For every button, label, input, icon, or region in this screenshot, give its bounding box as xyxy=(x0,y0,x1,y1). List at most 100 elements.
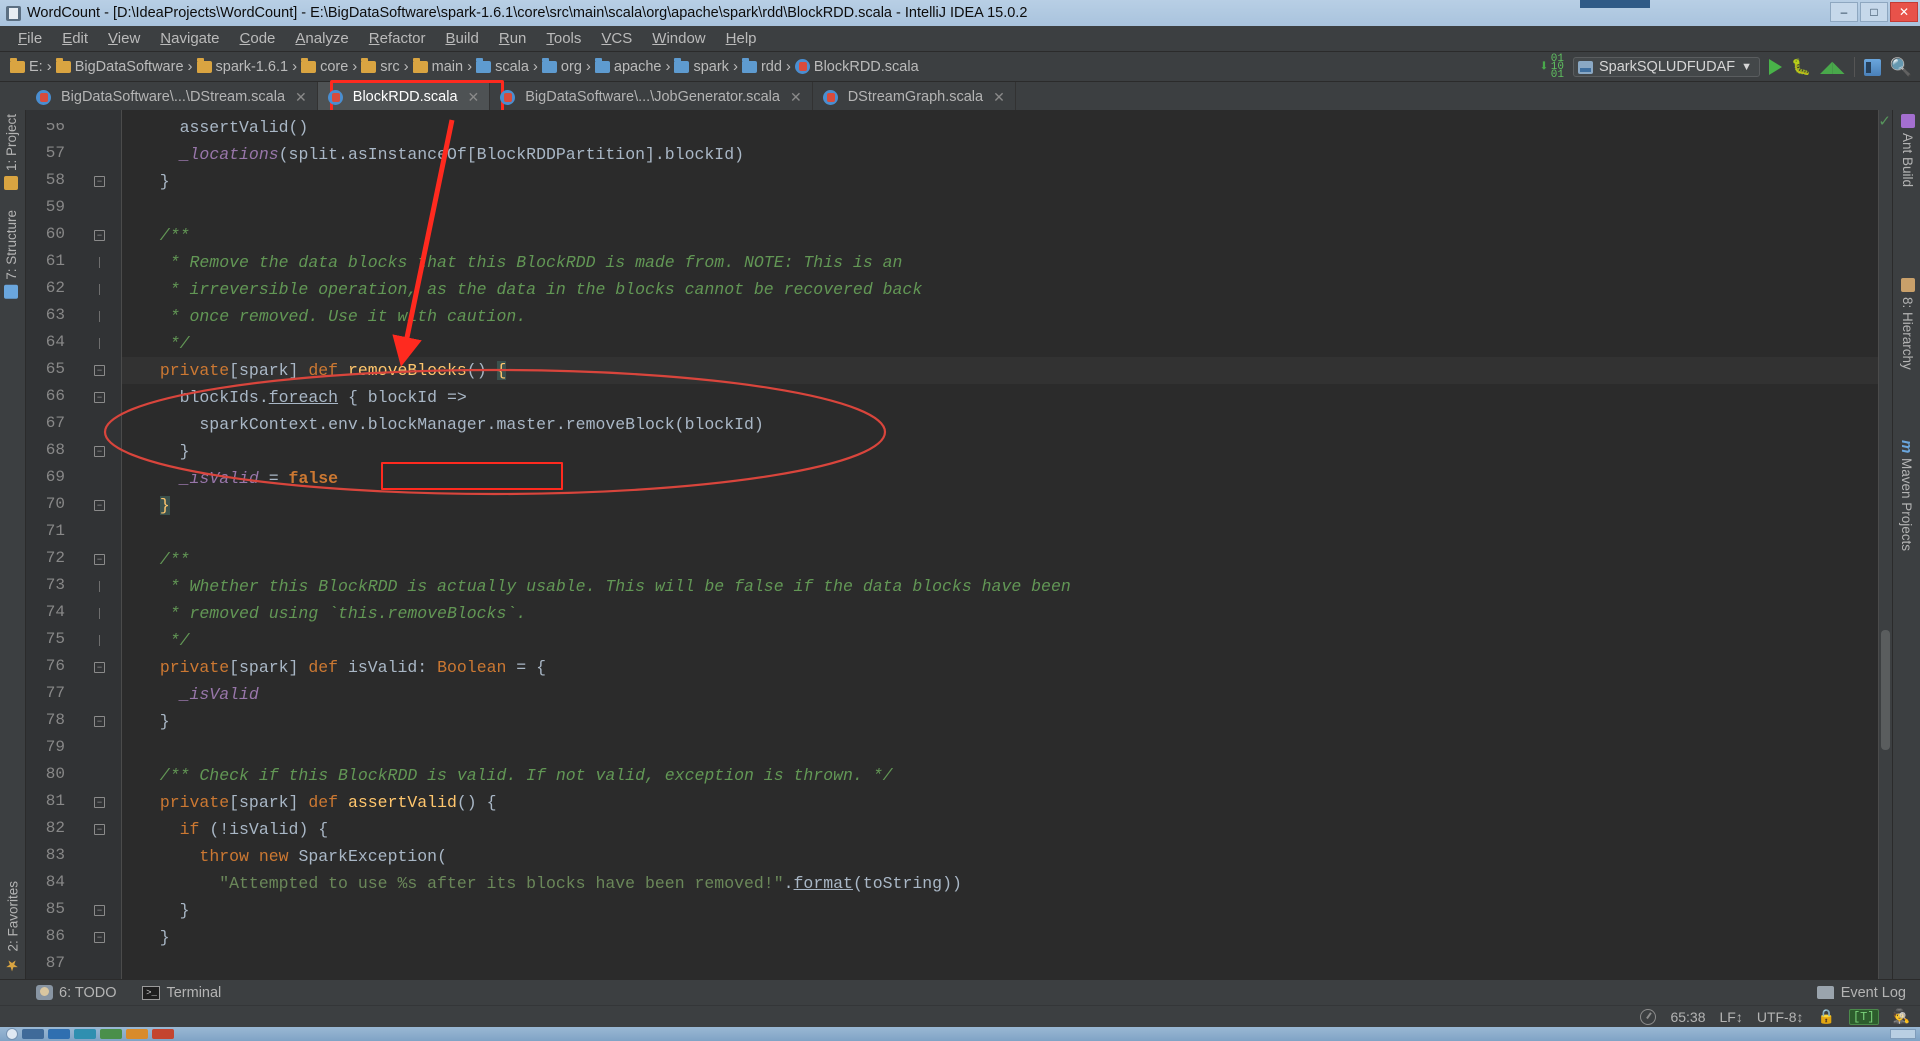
encoding-selector[interactable]: UTF-8↕ xyxy=(1757,1009,1804,1025)
run-button[interactable] xyxy=(1769,59,1783,75)
code-fold-toggle[interactable] xyxy=(94,608,105,619)
code-line[interactable]: /** Check if this BlockRDD is valid. If … xyxy=(140,762,893,789)
breadcrumb-item-org[interactable]: org xyxy=(538,57,586,77)
code-fold-toggle[interactable]: − xyxy=(94,500,105,511)
line-number[interactable]: 65 xyxy=(26,360,65,378)
taskbar-item[interactable] xyxy=(152,1029,174,1039)
line-number[interactable]: 56 xyxy=(26,123,65,135)
line-number[interactable]: 71 xyxy=(26,522,65,540)
code-editor[interactable]: 56 57 58 − 59 60 − 61 62 63 64 65 − 66 − 67 68 − 69 70 − 71 72… xyxy=(26,110,1892,979)
line-number[interactable]: 77 xyxy=(26,684,65,702)
editor-gutter[interactable]: 56 57 58 − 59 60 − 61 62 63 64 65 − 66 − 67 68 − 69 70 − 71 72… xyxy=(26,110,122,979)
error-marker-strip[interactable]: ✓ xyxy=(1878,110,1892,979)
line-number[interactable]: 63 xyxy=(26,306,65,324)
editor-tab-blockrddscala[interactable]: BlockRDD.scala ✕ xyxy=(317,82,491,112)
line-number[interactable]: 58 xyxy=(26,171,65,189)
breadcrumb-item-rdd[interactable]: rdd xyxy=(738,57,786,77)
line-number[interactable]: 57 xyxy=(26,144,65,162)
line-number[interactable]: 86 xyxy=(26,927,65,945)
editor-scrollbar-thumb[interactable] xyxy=(1881,630,1890,750)
line-number[interactable]: 78 xyxy=(26,711,65,729)
line-number[interactable]: 61 xyxy=(26,252,65,270)
code-fold-toggle[interactable] xyxy=(94,284,105,295)
line-number[interactable]: 69 xyxy=(26,468,65,486)
search-icon[interactable]: 🔍 xyxy=(1890,57,1912,78)
close-icon[interactable]: ✕ xyxy=(295,89,307,106)
editor-tab-dstreamgraphscala[interactable]: DStreamGraph.scala ✕ xyxy=(812,82,1016,112)
line-number[interactable]: 68 xyxy=(26,441,65,459)
code-line[interactable]: _isValid xyxy=(140,681,259,708)
line-number[interactable]: 66 xyxy=(26,387,65,405)
menu-item-vcs[interactable]: VCS xyxy=(591,27,642,50)
menu-item-analyze[interactable]: Analyze xyxy=(285,27,358,50)
caret-position[interactable]: 65:38 xyxy=(1670,1009,1705,1025)
code-line[interactable]: private[spark] def removeBlocks() { xyxy=(140,357,507,384)
sidebar-item-ant-build[interactable]: Ant Build xyxy=(1900,114,1915,187)
breadcrumb-item-main[interactable]: main xyxy=(409,57,467,77)
breadcrumb-item-apache[interactable]: apache xyxy=(591,57,666,77)
menu-item-file[interactable]: File xyxy=(8,27,52,50)
code-line[interactable]: } xyxy=(140,708,170,735)
code-line[interactable]: private[spark] def assertValid() { xyxy=(140,789,497,816)
code-line[interactable]: blockIds.foreach { blockId => xyxy=(140,384,467,411)
maximize-button[interactable]: □ xyxy=(1860,2,1888,22)
code-fold-toggle[interactable]: − xyxy=(94,797,105,808)
code-fold-toggle[interactable] xyxy=(94,338,105,349)
debug-icon[interactable]: 🐛 xyxy=(1791,57,1811,77)
menu-item-code[interactable]: Code xyxy=(230,27,286,50)
close-button[interactable]: ✕ xyxy=(1890,2,1918,22)
code-line[interactable]: } xyxy=(140,168,170,195)
taskbar-tray[interactable] xyxy=(1890,1029,1916,1039)
line-number[interactable]: 75 xyxy=(26,630,65,648)
line-number[interactable]: 70 xyxy=(26,495,65,513)
close-icon[interactable]: ✕ xyxy=(468,89,480,106)
code-line[interactable]: */ xyxy=(140,627,190,654)
code-line[interactable]: } xyxy=(140,438,190,465)
code-line[interactable]: * removed using `this.removeBlocks`. xyxy=(140,600,526,627)
sidebar-item-maven-projects[interactable]: m Maven Projects xyxy=(1898,440,1915,551)
code-fold-toggle[interactable]: − xyxy=(94,365,105,376)
line-number[interactable]: 64 xyxy=(26,333,65,351)
close-icon[interactable]: ✕ xyxy=(790,89,802,106)
breadcrumb-item-spark[interactable]: spark xyxy=(670,57,732,77)
menu-item-help[interactable]: Help xyxy=(716,27,767,50)
code-line[interactable]: /** xyxy=(140,222,190,249)
sidebar-item-favorites[interactable]: ★ 2: Favorites xyxy=(4,881,22,975)
editor-tab-bigdatasoftwarejobgeneratorscala[interactable]: BigDataSoftware\...\JobGenerator.scala ✕ xyxy=(490,82,813,112)
todo-tool-window-button[interactable]: 6: TODO xyxy=(36,985,116,1001)
code-fold-toggle[interactable] xyxy=(94,581,105,592)
menu-item-tools[interactable]: Tools xyxy=(536,27,591,50)
line-number[interactable]: 67 xyxy=(26,414,65,432)
menu-item-view[interactable]: View xyxy=(98,27,150,50)
taskbar-item[interactable] xyxy=(126,1029,148,1039)
line-number[interactable]: 79 xyxy=(26,738,65,756)
code-line[interactable]: * irreversible operation, as the data in… xyxy=(140,276,923,303)
code-line[interactable]: private[spark] def isValid: Boolean = { xyxy=(140,654,546,681)
close-icon[interactable]: ✕ xyxy=(993,89,1005,106)
line-number[interactable]: 62 xyxy=(26,279,65,297)
minimize-button[interactable]: – xyxy=(1830,2,1858,22)
code-line[interactable]: /** xyxy=(140,546,190,573)
taskbar-item[interactable] xyxy=(74,1029,96,1039)
code-line[interactable]: * Remove the data blocks that this Block… xyxy=(140,249,903,276)
memory-gauge-icon[interactable] xyxy=(1640,1008,1657,1025)
line-separator-selector[interactable]: LF↕ xyxy=(1720,1009,1743,1025)
taskbar-item[interactable] xyxy=(22,1029,44,1039)
breadcrumb-item-bigdatasoftware[interactable]: BigDataSoftware xyxy=(52,57,188,77)
code-line[interactable]: sparkContext.env.blockManager.master.rem… xyxy=(140,411,763,438)
code-line[interactable]: } xyxy=(140,897,190,924)
menu-item-window[interactable]: Window xyxy=(642,27,715,50)
line-number[interactable]: 72 xyxy=(26,549,65,567)
line-number[interactable]: 59 xyxy=(26,198,65,216)
menu-item-edit[interactable]: Edit xyxy=(52,27,98,50)
sidebar-item-hierarchy[interactable]: 8: Hierarchy xyxy=(1900,278,1915,370)
line-number[interactable]: 74 xyxy=(26,603,65,621)
line-number[interactable]: 80 xyxy=(26,765,65,783)
breadcrumb-item-e[interactable]: E: xyxy=(6,57,47,77)
code-fold-toggle[interactable]: − xyxy=(94,716,105,727)
hat-icon[interactable]: 🕵 xyxy=(1893,1008,1910,1025)
line-number[interactable]: 73 xyxy=(26,576,65,594)
code-line[interactable]: } xyxy=(140,924,170,951)
lock-icon[interactable]: 🔒 xyxy=(1818,1008,1835,1025)
line-number[interactable]: 85 xyxy=(26,900,65,918)
